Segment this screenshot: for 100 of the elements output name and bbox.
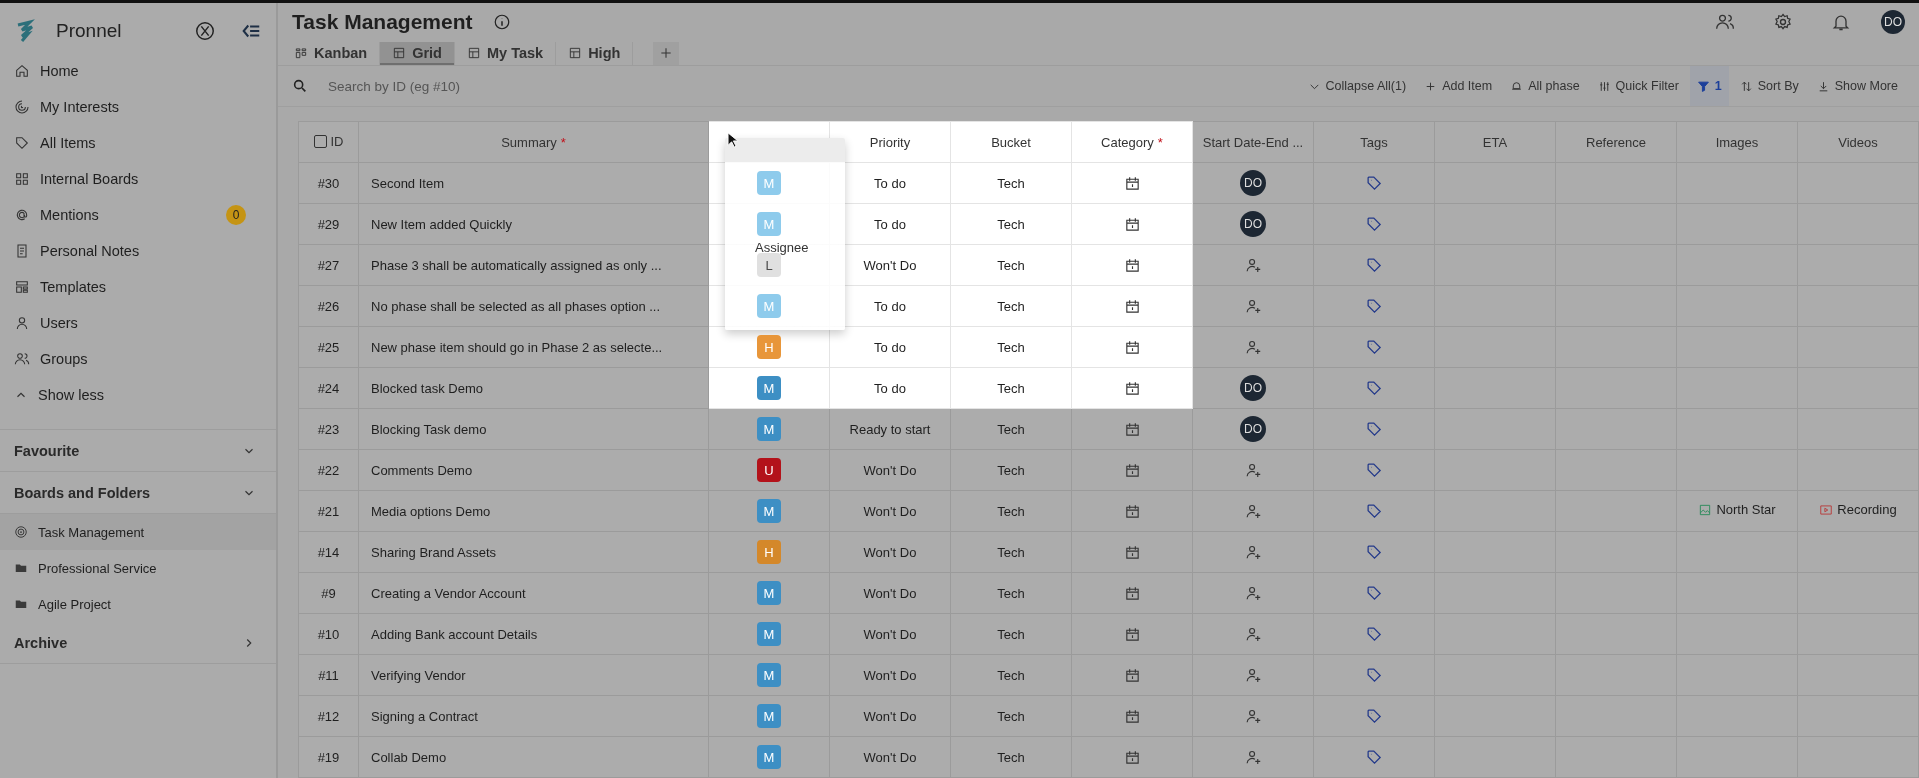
show-less-link[interactable]: Show less [0, 377, 276, 413]
tag-icon[interactable] [1365, 543, 1383, 561]
assignee-avatar[interactable]: M [757, 663, 781, 687]
calendar-icon[interactable] [1123, 666, 1141, 684]
assignee-avatar[interactable]: U [757, 458, 781, 482]
tag-icon[interactable] [1365, 666, 1383, 684]
add-user-icon[interactable] [1244, 707, 1262, 725]
assignee-avatar[interactable]: M [757, 376, 781, 400]
nav-item[interactable]: Personal Notes [0, 233, 276, 269]
table-cell[interactable]: Sharing Brand Assets [371, 544, 497, 560]
table-cell[interactable]: To do [874, 380, 906, 396]
section-header[interactable]: Favourite [0, 430, 276, 472]
table-cell[interactable]: Tech [997, 421, 1025, 437]
table-cell[interactable]: Won't Do [863, 749, 917, 765]
table-cell[interactable]: Tech [997, 298, 1025, 314]
tag-icon[interactable] [1365, 502, 1383, 520]
table-cell[interactable]: Won't Do [863, 708, 917, 724]
table-cell[interactable]: Tech [997, 339, 1025, 355]
nav-item[interactable]: Internal Boards [0, 161, 276, 197]
table-cell[interactable]: Won't Do [863, 462, 917, 478]
table-cell[interactable]: Tech [997, 380, 1025, 396]
calendar-icon[interactable] [1123, 461, 1141, 479]
table-cell[interactable]: Creating a Vendor Account [371, 585, 526, 601]
assignee-avatar[interactable]: M [757, 745, 781, 769]
table-cell[interactable]: To do [874, 339, 906, 355]
column-header[interactable]: Images [1715, 134, 1759, 150]
table-cell[interactable]: Won't Do [863, 585, 917, 601]
nav-item[interactable]: My Interests [0, 89, 276, 125]
view-tab[interactable]: Grid [380, 41, 455, 65]
calendar-icon[interactable] [1123, 174, 1141, 192]
table-cell[interactable]: Won't Do [863, 667, 917, 683]
column-header[interactable]: Tags [1360, 134, 1388, 150]
add-user-icon[interactable] [1244, 502, 1262, 520]
calendar-icon[interactable] [1123, 297, 1141, 315]
tag-icon[interactable] [1365, 584, 1383, 602]
tag-icon[interactable] [1365, 174, 1383, 192]
table-cell[interactable]: Won't Do [863, 544, 917, 560]
add-user-icon[interactable] [1244, 666, 1262, 684]
column-header[interactable]: Priority [869, 134, 911, 150]
assignee-avatar[interactable]: M [757, 581, 781, 605]
toolbar-button[interactable]: Add Item [1417, 66, 1500, 106]
calendar-icon[interactable] [1123, 584, 1141, 602]
add-user-icon[interactable] [1244, 584, 1262, 602]
table-cell[interactable]: Tech [997, 544, 1025, 560]
user-avatar[interactable]: DO [1240, 211, 1266, 237]
assignee-avatar[interactable]: L [757, 253, 781, 277]
table-cell[interactable]: Comments Demo [371, 462, 473, 478]
nav-item[interactable]: Mentions 0 [0, 197, 276, 233]
add-user-icon[interactable] [1244, 543, 1262, 561]
board-item[interactable]: Task Management [0, 514, 276, 550]
table-cell[interactable]: Media options Demo [371, 503, 491, 519]
toolbar-button[interactable]: Sort By [1732, 66, 1806, 106]
toolbar-button[interactable]: Quick Filter [1590, 66, 1686, 106]
table-cell[interactable]: Won't Do [863, 257, 917, 273]
column-header[interactable]: Reference [1586, 134, 1646, 150]
nav-item[interactable]: Groups [0, 341, 276, 377]
column-header[interactable]: ID [330, 133, 344, 149]
table-cell[interactable]: Collab Demo [371, 749, 447, 765]
info-icon[interactable] [492, 13, 511, 32]
calendar-icon[interactable] [1123, 707, 1141, 725]
assignee-avatar[interactable]: M [757, 499, 781, 523]
table-cell[interactable]: Tech [997, 175, 1025, 191]
column-header[interactable]: Category * [1101, 134, 1163, 150]
table-cell[interactable]: To do [874, 298, 906, 314]
select-all-checkbox[interactable] [313, 134, 327, 148]
nav-item[interactable]: Users [0, 305, 276, 341]
tag-icon[interactable] [1365, 461, 1383, 479]
tag-icon[interactable] [1365, 420, 1383, 438]
table-cell[interactable]: Tech [997, 626, 1025, 642]
add-user-icon[interactable] [1244, 748, 1262, 766]
assignee-avatar[interactable]: M [757, 622, 781, 646]
assignee-avatar[interactable]: M [757, 704, 781, 728]
table-cell[interactable]: Verifying Vendor [371, 667, 466, 683]
calendar-icon[interactable] [1123, 379, 1141, 397]
column-header[interactable]: Bucket [991, 134, 1031, 150]
table-cell[interactable]: Blocked task Demo [371, 380, 483, 396]
nav-item[interactable]: All Items [0, 125, 276, 161]
calendar-icon[interactable] [1123, 338, 1141, 356]
calendar-icon[interactable] [1123, 215, 1141, 233]
user-avatar[interactable]: DO [1240, 375, 1266, 401]
table-cell[interactable]: Tech [997, 216, 1025, 232]
board-item[interactable]: Agile Project [0, 586, 276, 622]
table-cell[interactable]: Blocking Task demo [371, 421, 487, 437]
table-cell[interactable]: Tech [997, 585, 1025, 601]
tag-icon[interactable] [1365, 379, 1383, 397]
toolbar-button[interactable]: 1 [1689, 66, 1729, 106]
table-cell[interactable]: Tech [997, 667, 1025, 683]
calendar-icon[interactable] [1123, 420, 1141, 438]
user-avatar[interactable]: DO [1240, 416, 1266, 442]
add-user-icon[interactable] [1244, 461, 1262, 479]
table-cell[interactable]: To do [874, 216, 906, 232]
table-cell[interactable]: New Item added Quickly [371, 216, 512, 232]
nav-item[interactable]: Templates [0, 269, 276, 305]
calendar-icon[interactable] [1123, 502, 1141, 520]
add-view-button[interactable] [653, 41, 680, 65]
add-user-icon[interactable] [1244, 256, 1262, 274]
calendar-icon[interactable] [1123, 543, 1141, 561]
table-cell[interactable]: Won't Do [863, 626, 917, 642]
tag-icon[interactable] [1365, 625, 1383, 643]
table-cell[interactable]: Tech [997, 749, 1025, 765]
